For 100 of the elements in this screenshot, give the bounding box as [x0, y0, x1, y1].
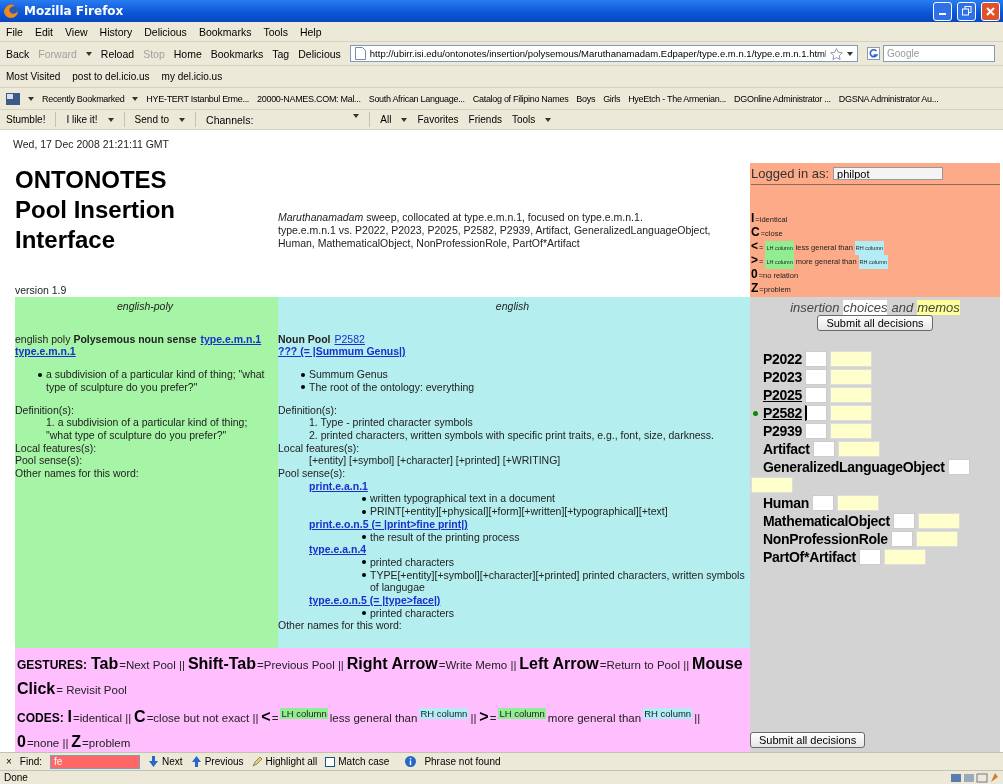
channels-dropdown[interactable]: Channels:	[206, 113, 360, 126]
toolbar-button[interactable]: Reload	[100, 47, 135, 60]
close-button[interactable]	[981, 1, 1000, 21]
memo-field[interactable]	[836, 495, 879, 511]
page-title: ONTONOTES Pool Insertion Interface	[15, 165, 176, 255]
caret-icon[interactable]	[353, 113, 360, 118]
match-case-checkbox[interactable]: Match case	[325, 756, 390, 767]
bookmark-item[interactable]: my del.icio.us	[161, 71, 223, 82]
bookmark-item[interactable]: DGOnline Administrator ...	[734, 93, 831, 104]
caret-icon[interactable]	[401, 117, 408, 122]
caret-icon[interactable]	[847, 51, 853, 56]
bookmark-item[interactable]: HyeEtch - The Armenian...	[628, 93, 727, 104]
code-key: >	[751, 253, 758, 267]
toolbar-button[interactable]: Back	[6, 47, 30, 60]
minimize-button[interactable]	[933, 1, 952, 21]
toolbar-button[interactable]: Delicious	[298, 47, 341, 60]
pool-label: P2582	[763, 405, 802, 421]
restore-button[interactable]	[957, 1, 976, 21]
menu-item[interactable]: Edit	[34, 25, 53, 38]
search-field[interactable]: Google	[883, 45, 995, 62]
toolbar-button[interactable]: I like it!	[66, 114, 98, 125]
memo-field[interactable]	[830, 387, 872, 403]
decision-field[interactable]	[947, 459, 970, 475]
find-previous-button[interactable]: Previous	[190, 756, 244, 767]
menu-item[interactable]: Help	[299, 25, 322, 38]
sense-link[interactable]: print.e.a.n.1	[309, 479, 368, 492]
memo-field[interactable]	[830, 351, 872, 367]
memo-field[interactable]	[830, 423, 872, 439]
caret-icon[interactable]	[107, 117, 114, 122]
submit-button[interactable]: Submit all decisions	[817, 315, 933, 331]
bookmark-item[interactable]: Most Visited	[6, 71, 61, 82]
caret-icon[interactable]	[132, 96, 139, 101]
section-item: 1. a subdivision of a particular kind of thing; "what type of sculpture do you prefer?"	[45, 416, 249, 442]
star-icon[interactable]	[830, 47, 843, 60]
memo-field[interactable]	[830, 369, 872, 385]
sense-link[interactable]: P2582	[334, 332, 365, 345]
bookmark-item[interactable]: DGSNA Administrator Au...	[838, 93, 939, 104]
column-heading: english	[494, 300, 531, 313]
code-meaning: =identical ||	[73, 711, 132, 724]
bookmark-item[interactable]: 20000-NAMES.COM: Mal...	[257, 93, 361, 104]
sense-link[interactable]: type.e.m.n.1	[15, 345, 76, 358]
bookmark-item[interactable]: HYE-TERT Istanbul Erme...	[146, 93, 250, 104]
caret-icon[interactable]	[545, 117, 552, 122]
decision-field[interactable]	[805, 387, 827, 403]
column-tag: LH column	[498, 708, 546, 719]
memo-field[interactable]	[883, 549, 926, 565]
sense-link[interactable]: type.e.o.n.5 (= |type>face|)	[309, 594, 441, 607]
sense-title: Noun Pool	[278, 332, 331, 345]
decision-field[interactable]	[811, 495, 834, 511]
bookmark-item[interactable]: South African Language...	[368, 93, 465, 104]
find-next-button[interactable]: Next	[148, 756, 183, 767]
memo-field[interactable]	[915, 531, 958, 547]
highlight-all-button[interactable]: Highlight all	[251, 756, 318, 767]
caret-icon[interactable]	[179, 117, 186, 122]
decision-field[interactable]	[805, 423, 827, 439]
decision-field[interactable]	[892, 513, 915, 529]
decision-field[interactable]	[805, 405, 827, 421]
decision-field[interactable]	[805, 351, 827, 367]
sense-link[interactable]: type.e.m.n.1	[200, 332, 262, 345]
sense-link[interactable]: ??? (= |Summum Genus|)	[278, 345, 406, 358]
menu-item[interactable]: Bookmarks	[198, 25, 252, 38]
sense-link[interactable]: type.e.a.n.4	[309, 543, 367, 556]
address-field[interactable]: http://ubirr.isi.edu/ontonotes/insertion/polysemous/Maruthanamadam.Edpaper/type.e.m.n.1/type.e.m.n.1.html	[349, 45, 858, 62]
toolbar-button[interactable]: All	[380, 114, 392, 125]
caret-icon[interactable]	[28, 96, 34, 101]
memo-field[interactable]	[830, 405, 872, 421]
toolbar-button[interactable]: Friends	[468, 114, 502, 125]
code-meaning: =close but not exact ||	[146, 711, 259, 724]
bookmark-item[interactable]: post to del.icio.us	[72, 71, 150, 82]
menu-item[interactable]: View	[65, 25, 88, 38]
decision-field[interactable]	[890, 531, 913, 547]
toolbar-button[interactable]: Tools	[511, 114, 536, 125]
toolbar-button[interactable]: Bookmarks	[210, 47, 264, 60]
menu-item[interactable]: Tools	[263, 25, 288, 38]
toolbar-button[interactable]: Favorites	[417, 114, 459, 125]
submit-button[interactable]: Submit all decisions	[750, 732, 866, 748]
login-field[interactable]: philpot	[833, 167, 944, 180]
toolbar-button[interactable]: Send to	[134, 114, 170, 125]
bookmark-item[interactable]: Recently Bookmarked	[42, 93, 125, 104]
close-find-button[interactable]: ×	[6, 756, 12, 767]
memo-field[interactable]	[917, 513, 960, 529]
decision-field[interactable]	[858, 549, 881, 565]
toolbar-button[interactable]: Stumble!	[6, 114, 46, 125]
toolbar-button[interactable]: Tag	[272, 47, 290, 60]
menu-item[interactable]: File	[6, 25, 23, 38]
gloss-item: the result of the printing process	[362, 530, 747, 544]
column-tag: RH column	[643, 708, 693, 719]
toolbar-button[interactable]: Home	[173, 47, 202, 60]
bookmark-item[interactable]: Boys	[576, 93, 596, 104]
decision-field[interactable]	[805, 369, 827, 385]
menu-item[interactable]: Delicious	[144, 25, 187, 38]
sense-link[interactable]: print.e.o.n.5 (= |print>fine print|)	[309, 517, 468, 530]
bookmark-item[interactable]: Catalog of Filipino Names	[472, 93, 569, 104]
decision-field[interactable]	[812, 441, 835, 457]
memo-field[interactable]	[837, 441, 880, 457]
bookmark-item[interactable]: Girls	[603, 93, 621, 104]
menu-item[interactable]: History	[99, 25, 133, 38]
memo-field[interactable]	[751, 477, 793, 493]
login-label: Logged in as:	[751, 166, 830, 181]
gloss-item: The root of the ontology: everything	[301, 380, 747, 394]
